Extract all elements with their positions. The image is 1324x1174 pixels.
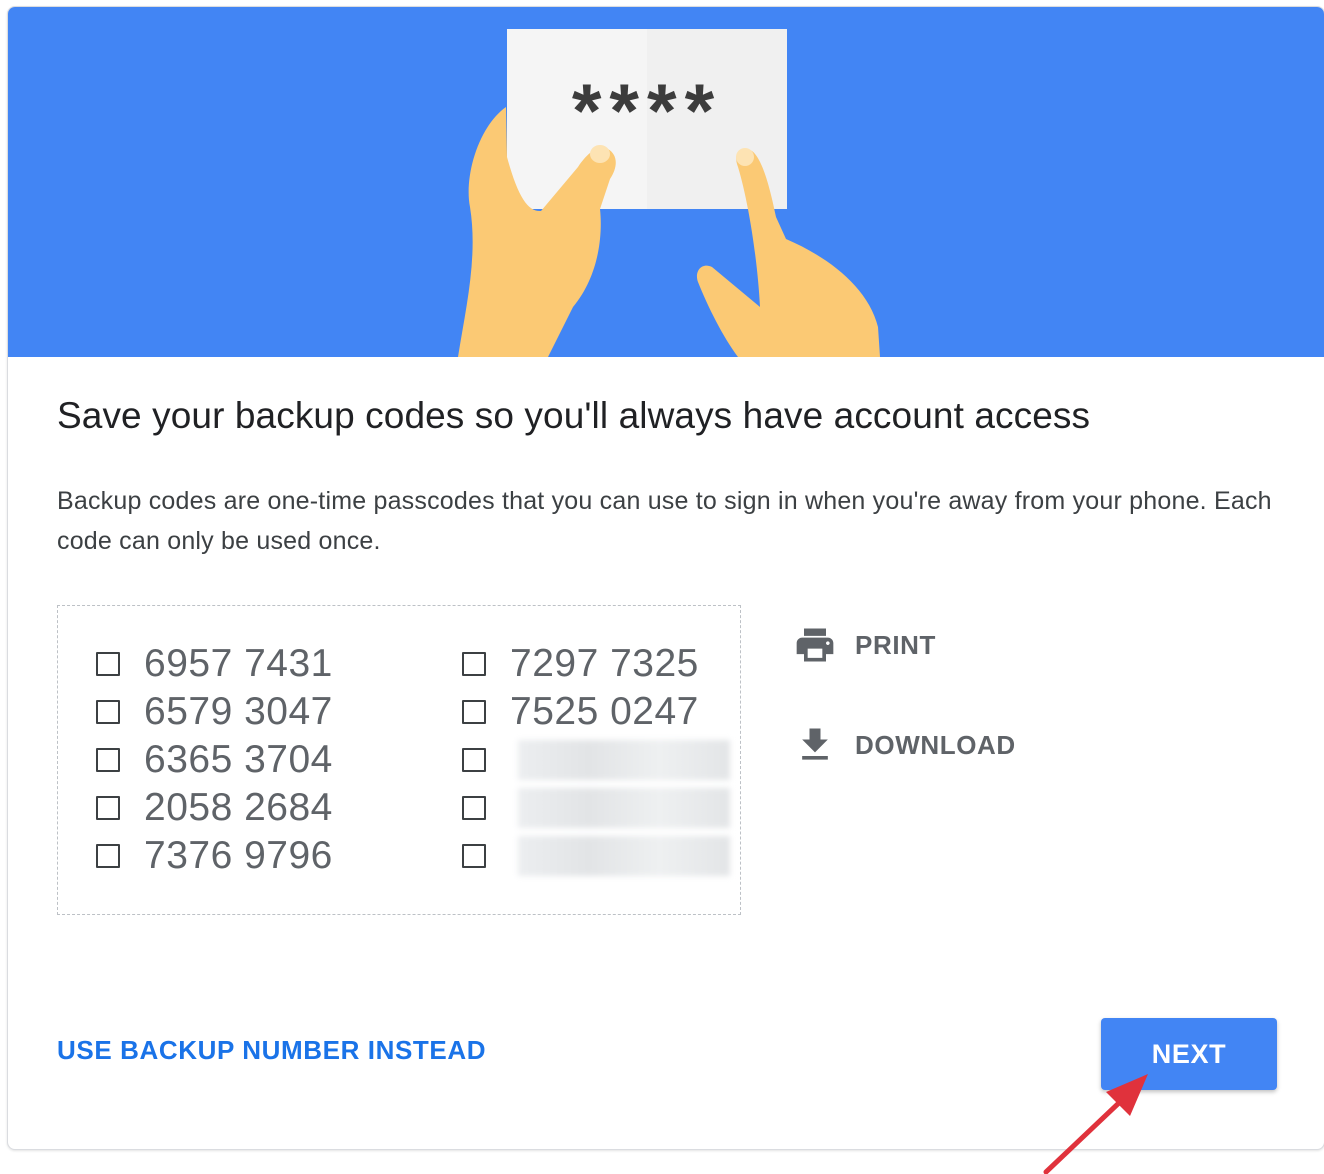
print-button[interactable]: PRINT — [793, 623, 936, 667]
code-row: 6579 3047 — [96, 688, 333, 736]
download-label: DOWNLOAD — [855, 729, 1016, 760]
codes-column-left: 6957 7431 6579 3047 6365 3704 2058 2684 … — [96, 640, 333, 880]
left-thumbnail — [590, 145, 610, 163]
backup-code: 6365 3704 — [144, 738, 333, 781]
page-title: Save your backup codes so you'll always … — [57, 395, 1091, 436]
backup-code: 7376 9796 — [144, 834, 333, 877]
code-checkbox[interactable] — [96, 700, 120, 724]
backup-code: 6579 3047 — [144, 690, 333, 733]
code-checkbox[interactable] — [96, 796, 120, 820]
backup-code: 6957 7431 — [144, 642, 333, 685]
code-row — [462, 784, 730, 832]
printer-icon — [796, 628, 834, 662]
backup-code: 7525 0247 — [510, 690, 699, 733]
print-label: PRINT — [855, 629, 936, 660]
page-description: Backup codes are one-time passcodes that… — [57, 487, 1272, 555]
code-row — [462, 832, 730, 880]
backup-codes-card: **** Save your backup codes so you'll al… — [7, 6, 1324, 1150]
code-row: 7525 0247 — [462, 688, 730, 736]
code-row: 7297 7325 — [462, 640, 730, 688]
download-button[interactable]: DOWNLOAD — [793, 723, 1016, 767]
code-checkbox[interactable] — [462, 748, 486, 772]
annotation-arrow — [1043, 1074, 1148, 1174]
blurred-code — [518, 788, 730, 828]
backup-codes-box: 6957 7431 6579 3047 6365 3704 2058 2684 … — [57, 605, 741, 915]
code-row: 7376 9796 — [96, 832, 333, 880]
code-checkbox[interactable] — [462, 652, 486, 676]
masked-code-text: **** — [572, 69, 722, 154]
code-checkbox[interactable] — [462, 844, 486, 868]
use-backup-number-link[interactable]: USE BACKUP NUMBER INSTEAD — [57, 1035, 486, 1066]
code-checkbox[interactable] — [462, 700, 486, 724]
code-checkbox[interactable] — [462, 796, 486, 820]
download-icon — [802, 728, 828, 760]
codes-column-right: 7297 7325 7525 0247 — [462, 640, 730, 880]
blurred-code — [518, 740, 730, 780]
code-row: 6365 3704 — [96, 736, 333, 784]
backup-code: 2058 2684 — [144, 786, 333, 829]
code-row: 2058 2684 — [96, 784, 333, 832]
right-fingernail — [736, 148, 754, 166]
code-checkbox[interactable] — [96, 652, 120, 676]
code-row — [462, 736, 730, 784]
backup-code: 7297 7325 — [510, 642, 699, 685]
hero-illustration: **** — [8, 7, 1324, 357]
blurred-code — [518, 836, 730, 876]
hands-holding-code-card-illustration: **** — [458, 29, 880, 357]
code-checkbox[interactable] — [96, 748, 120, 772]
code-row: 6957 7431 — [96, 640, 333, 688]
code-checkbox[interactable] — [96, 844, 120, 868]
